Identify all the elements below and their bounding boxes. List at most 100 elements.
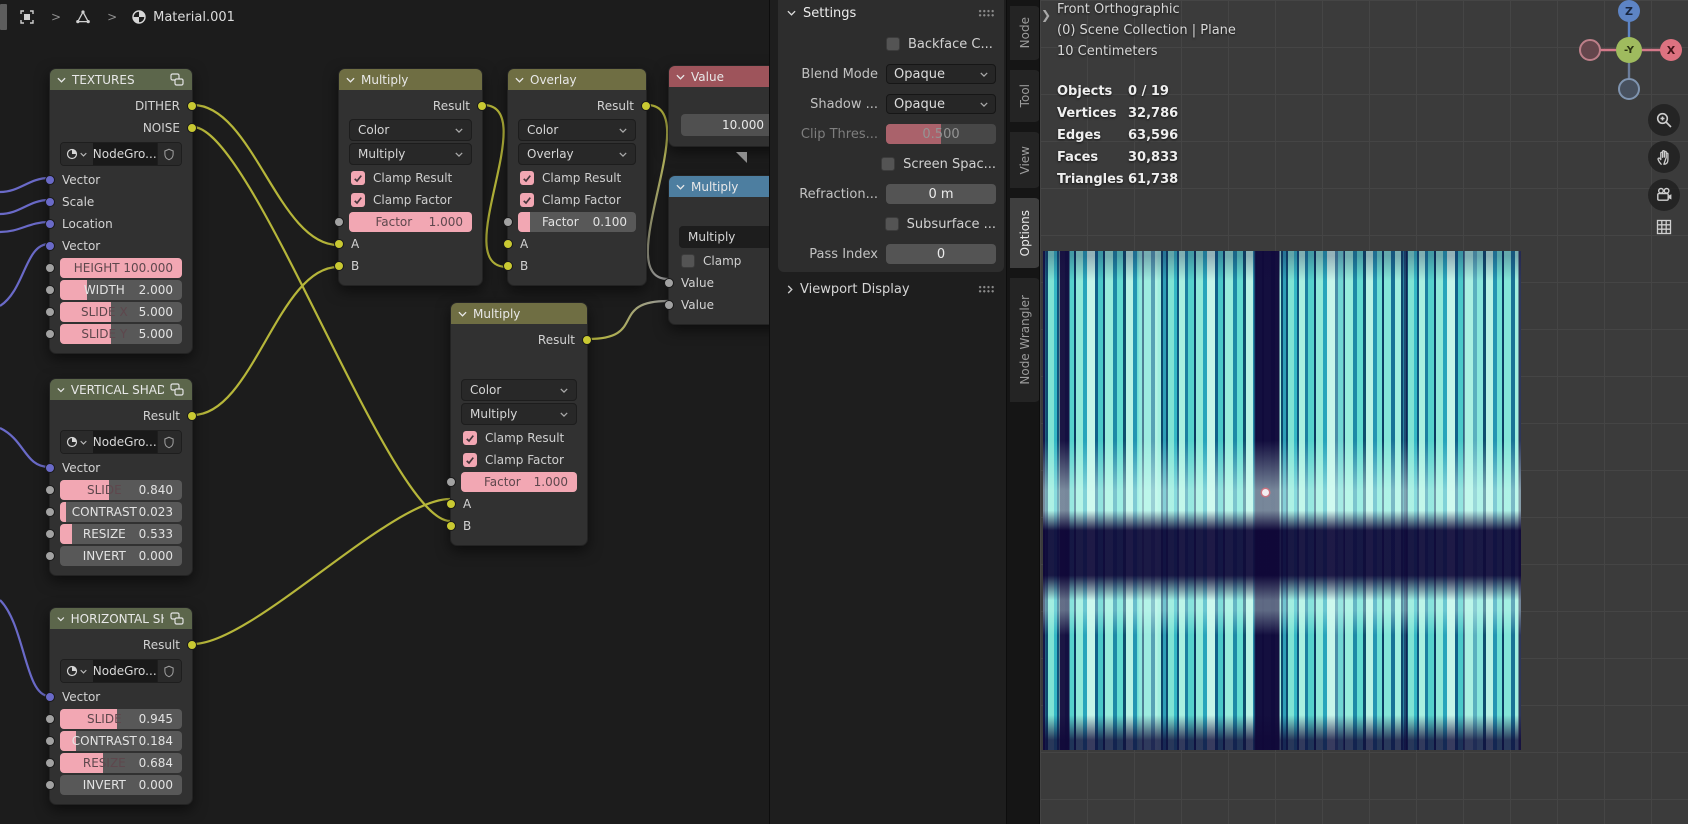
slider-invert[interactable]: INVERT0.000	[60, 775, 182, 795]
socket[interactable]	[187, 411, 197, 421]
socket[interactable]	[503, 261, 513, 271]
node-link[interactable]	[588, 301, 668, 339]
checkbox-checked[interactable]	[351, 171, 365, 185]
node-link[interactable]	[193, 267, 338, 415]
data-type-dropdown[interactable]: Color	[518, 119, 636, 141]
node-link[interactable]	[0, 222, 49, 232]
node-header[interactable]: HORIZONTAL SH...	[50, 608, 192, 629]
socket[interactable]	[446, 499, 456, 509]
slider-slide[interactable]: SLIDE0.945	[60, 709, 182, 729]
gizmo-minus-x-axis[interactable]	[1579, 39, 1601, 61]
tab-options[interactable]: Options	[1010, 198, 1040, 268]
tab-node-wrangler[interactable]: Node Wrangler	[1010, 278, 1040, 402]
slider-resize[interactable]: RESIZE0.684	[60, 753, 182, 773]
node-link[interactable]	[193, 105, 338, 245]
node-multiply-math[interactable]: Multiply Multiply Clamp Value Value	[668, 175, 769, 325]
node-group-name[interactable]: NodeGro...	[93, 660, 157, 682]
blend-mode-dropdown[interactable]: Overlay	[518, 143, 636, 165]
3d-viewport[interactable]: ❯ Front Orthographic (0) Scene Collectio…	[1039, 0, 1688, 824]
perspective-toggle-button[interactable]	[1648, 211, 1680, 243]
blend-mode-dropdown[interactable]: Opaque	[886, 64, 996, 84]
socket[interactable]	[503, 217, 513, 227]
tab-node[interactable]: Node	[1010, 6, 1040, 60]
socket[interactable]	[45, 219, 55, 229]
clamp-result-checkbox[interactable]: Clamp Result	[508, 167, 646, 189]
editor-corner-handle[interactable]	[0, 4, 7, 30]
clamp-result-checkbox[interactable]: Clamp Result	[451, 427, 587, 449]
value-field[interactable]: 10.000	[681, 114, 769, 136]
gizmo-x-axis[interactable]: X	[1660, 39, 1682, 61]
node-link[interactable]	[0, 244, 49, 306]
node-value[interactable]: Value 10.000	[668, 65, 769, 147]
socket[interactable]	[45, 175, 55, 185]
socket[interactable]	[45, 329, 55, 339]
socket[interactable]	[187, 123, 197, 133]
panel-grip[interactable]	[978, 9, 995, 17]
checkbox-checked[interactable]	[351, 193, 365, 207]
node-group-selector[interactable]: NodeGro...	[60, 659, 182, 683]
shield-icon[interactable]	[157, 143, 181, 165]
collapse-chevron-icon[interactable]	[676, 74, 685, 80]
node-link[interactable]	[0, 200, 49, 214]
socket[interactable]	[45, 780, 55, 790]
node-vertical-shadow[interactable]: VERTICAL SHAD... Result NodeGro... Vecto…	[49, 378, 193, 576]
slider-slide[interactable]: SLIDE0.840	[60, 480, 182, 500]
node-horizontal-shadow[interactable]: HORIZONTAL SH... Result NodeGro... Vecto…	[49, 607, 193, 805]
collapse-chevron-icon[interactable]	[515, 77, 524, 83]
socket[interactable]	[45, 307, 55, 317]
slider-slide-y[interactable]: SLIDE Y5.000	[60, 324, 182, 344]
sidebar-toggle-arrow[interactable]: ❯	[1041, 8, 1051, 22]
blend-mode-dropdown[interactable]: Multiply	[461, 403, 577, 425]
node-header[interactable]: Multiply	[669, 176, 769, 197]
socket[interactable]	[45, 241, 55, 251]
slider-slide-x[interactable]: SLIDE X5.000	[60, 302, 182, 322]
node-link[interactable]	[193, 499, 450, 644]
shield-icon[interactable]	[157, 431, 181, 453]
screen-space-refraction-checkbox[interactable]: Screen Spac...	[881, 154, 996, 174]
panel-title[interactable]: Viewport Display	[800, 282, 910, 297]
node-link[interactable]	[647, 105, 668, 279]
socket[interactable]	[664, 278, 674, 288]
node-group-name[interactable]: NodeGro...	[93, 431, 157, 453]
operation-dropdown[interactable]: Multiply	[679, 226, 769, 248]
checkbox-unchecked[interactable]	[681, 254, 695, 268]
checkbox-unchecked[interactable]	[885, 217, 899, 231]
socket[interactable]	[503, 239, 513, 249]
socket[interactable]	[334, 261, 344, 271]
tab-tool[interactable]: Tool	[1010, 70, 1040, 122]
clamp-result-checkbox[interactable]: Clamp Result	[339, 167, 482, 189]
checkbox-checked[interactable]	[520, 193, 534, 207]
socket[interactable]	[582, 335, 592, 345]
pass-index-field[interactable]: 0	[886, 244, 996, 264]
collapse-chevron-icon[interactable]	[458, 311, 467, 317]
clip-threshold-slider[interactable]: 0.500	[886, 124, 996, 144]
shadow-mode-dropdown[interactable]: Opaque	[886, 94, 996, 114]
slider-invert[interactable]: INVERT0.000	[60, 546, 182, 566]
gizmo-z-axis[interactable]: Z	[1618, 0, 1640, 22]
checkbox-unchecked[interactable]	[881, 157, 895, 171]
gizmo-minus-y-axis[interactable]: -Y	[1616, 37, 1642, 63]
data-type-dropdown[interactable]: Color	[461, 379, 577, 401]
socket[interactable]	[446, 521, 456, 531]
socket[interactable]	[334, 239, 344, 249]
panel-title[interactable]: Settings	[803, 6, 856, 21]
breadcrumb-material[interactable]: Material.001	[153, 10, 235, 25]
node-textures[interactable]: TEXTURES DITHER NOISE NodeGro... Vector …	[49, 68, 193, 354]
socket[interactable]	[45, 551, 55, 561]
panel-grip[interactable]	[978, 285, 995, 293]
socket[interactable]	[641, 101, 651, 111]
clamp-factor-checkbox[interactable]: Clamp Factor	[339, 189, 482, 211]
camera-view-button[interactable]	[1648, 179, 1680, 211]
navigation-gizmo[interactable]: Z X -Y	[1574, 0, 1684, 100]
socket[interactable]	[187, 640, 197, 650]
node-group-selector[interactable]: NodeGro...	[60, 142, 182, 166]
socket[interactable]	[45, 197, 55, 207]
shader-node-editor[interactable]: > > Material.001 TEXTURES DITHER NOISE	[0, 0, 769, 824]
node-link[interactable]	[0, 600, 49, 696]
socket[interactable]	[45, 507, 55, 517]
slider-resize[interactable]: RESIZE0.533	[60, 524, 182, 544]
gizmo-minus-z-axis[interactable]	[1618, 78, 1640, 100]
socket[interactable]	[45, 758, 55, 768]
factor-slider[interactable]: Factor1.000	[461, 472, 577, 492]
checkbox-checked[interactable]	[463, 431, 477, 445]
